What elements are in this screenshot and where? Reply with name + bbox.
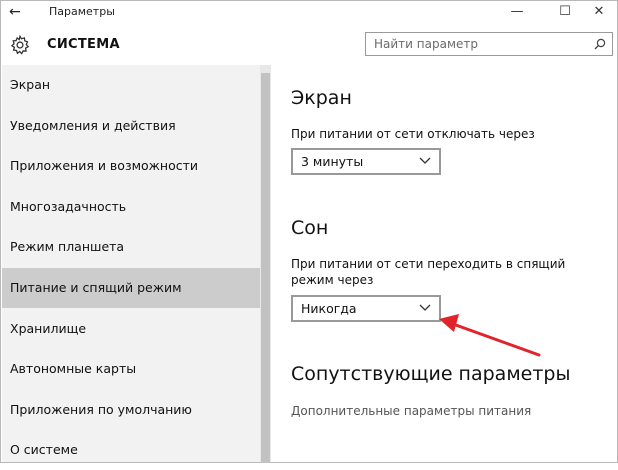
- chevron-down-icon: [419, 304, 431, 311]
- search-input[interactable]: [366, 33, 594, 55]
- page-title: СИСТЕМА: [47, 37, 120, 52]
- sleep-heading: Сон: [291, 217, 329, 239]
- chevron-down-icon: [419, 157, 431, 164]
- sleep-timeout-label: При питании от сети переходить в спящий …: [291, 257, 566, 287]
- sidebar-item-screen[interactable]: Экран: [2, 65, 260, 105]
- screen-timeout-dropdown[interactable]: 3 минуты: [291, 148, 441, 175]
- main-content: Экран При питании от сети отключать чере…: [272, 65, 617, 462]
- additional-power-settings-link[interactable]: Дополнительные параметры питания: [291, 404, 531, 418]
- search-box[interactable]: [365, 32, 613, 56]
- sidebar-item-default-apps[interactable]: Приложения по умолчанию: [2, 390, 260, 430]
- sidebar-item-about[interactable]: О системе: [2, 430, 260, 470]
- scrollbar-thumb[interactable]: [261, 73, 270, 463]
- settings-window: ← Параметры — ☐ ✕ СИСТЕМА Экран Уведомле…: [0, 0, 618, 463]
- sleep-timeout-dropdown[interactable]: Никогда: [291, 295, 441, 322]
- sidebar-item-apps-features[interactable]: Приложения и возможности: [2, 146, 260, 186]
- sidebar-item-tablet-mode[interactable]: Режим планшета: [2, 227, 260, 267]
- screen-timeout-value: 3 минуты: [301, 154, 364, 169]
- screen-heading: Экран: [291, 87, 352, 109]
- gear-icon: [10, 34, 30, 55]
- related-settings-heading: Сопутствующие параметры: [291, 363, 571, 385]
- search-icon[interactable]: [594, 38, 606, 50]
- sidebar-item-power-sleep[interactable]: Питание и спящий режим: [2, 268, 260, 308]
- sidebar-item-offline-maps[interactable]: Автономные карты: [2, 349, 260, 389]
- sidebar-item-multitasking[interactable]: Многозадачность: [2, 187, 260, 227]
- screen-timeout-label: При питании от сети отключать через: [291, 127, 535, 141]
- title-bar: ← Параметры — ☐ ✕: [1, 1, 617, 25]
- sidebar-item-notifications[interactable]: Уведомления и действия: [2, 106, 260, 146]
- window-title: Параметры: [49, 5, 115, 18]
- sidebar-nav: Экран Уведомления и действия Приложения …: [2, 65, 260, 462]
- sidebar-item-storage[interactable]: Хранилище: [2, 309, 260, 349]
- sidebar-scrollbar[interactable]: [260, 65, 271, 463]
- minimize-icon[interactable]: —: [497, 1, 537, 23]
- sleep-timeout-value: Никогда: [301, 301, 357, 316]
- close-icon[interactable]: ✕: [579, 1, 618, 23]
- back-arrow-icon[interactable]: ←: [9, 3, 29, 21]
